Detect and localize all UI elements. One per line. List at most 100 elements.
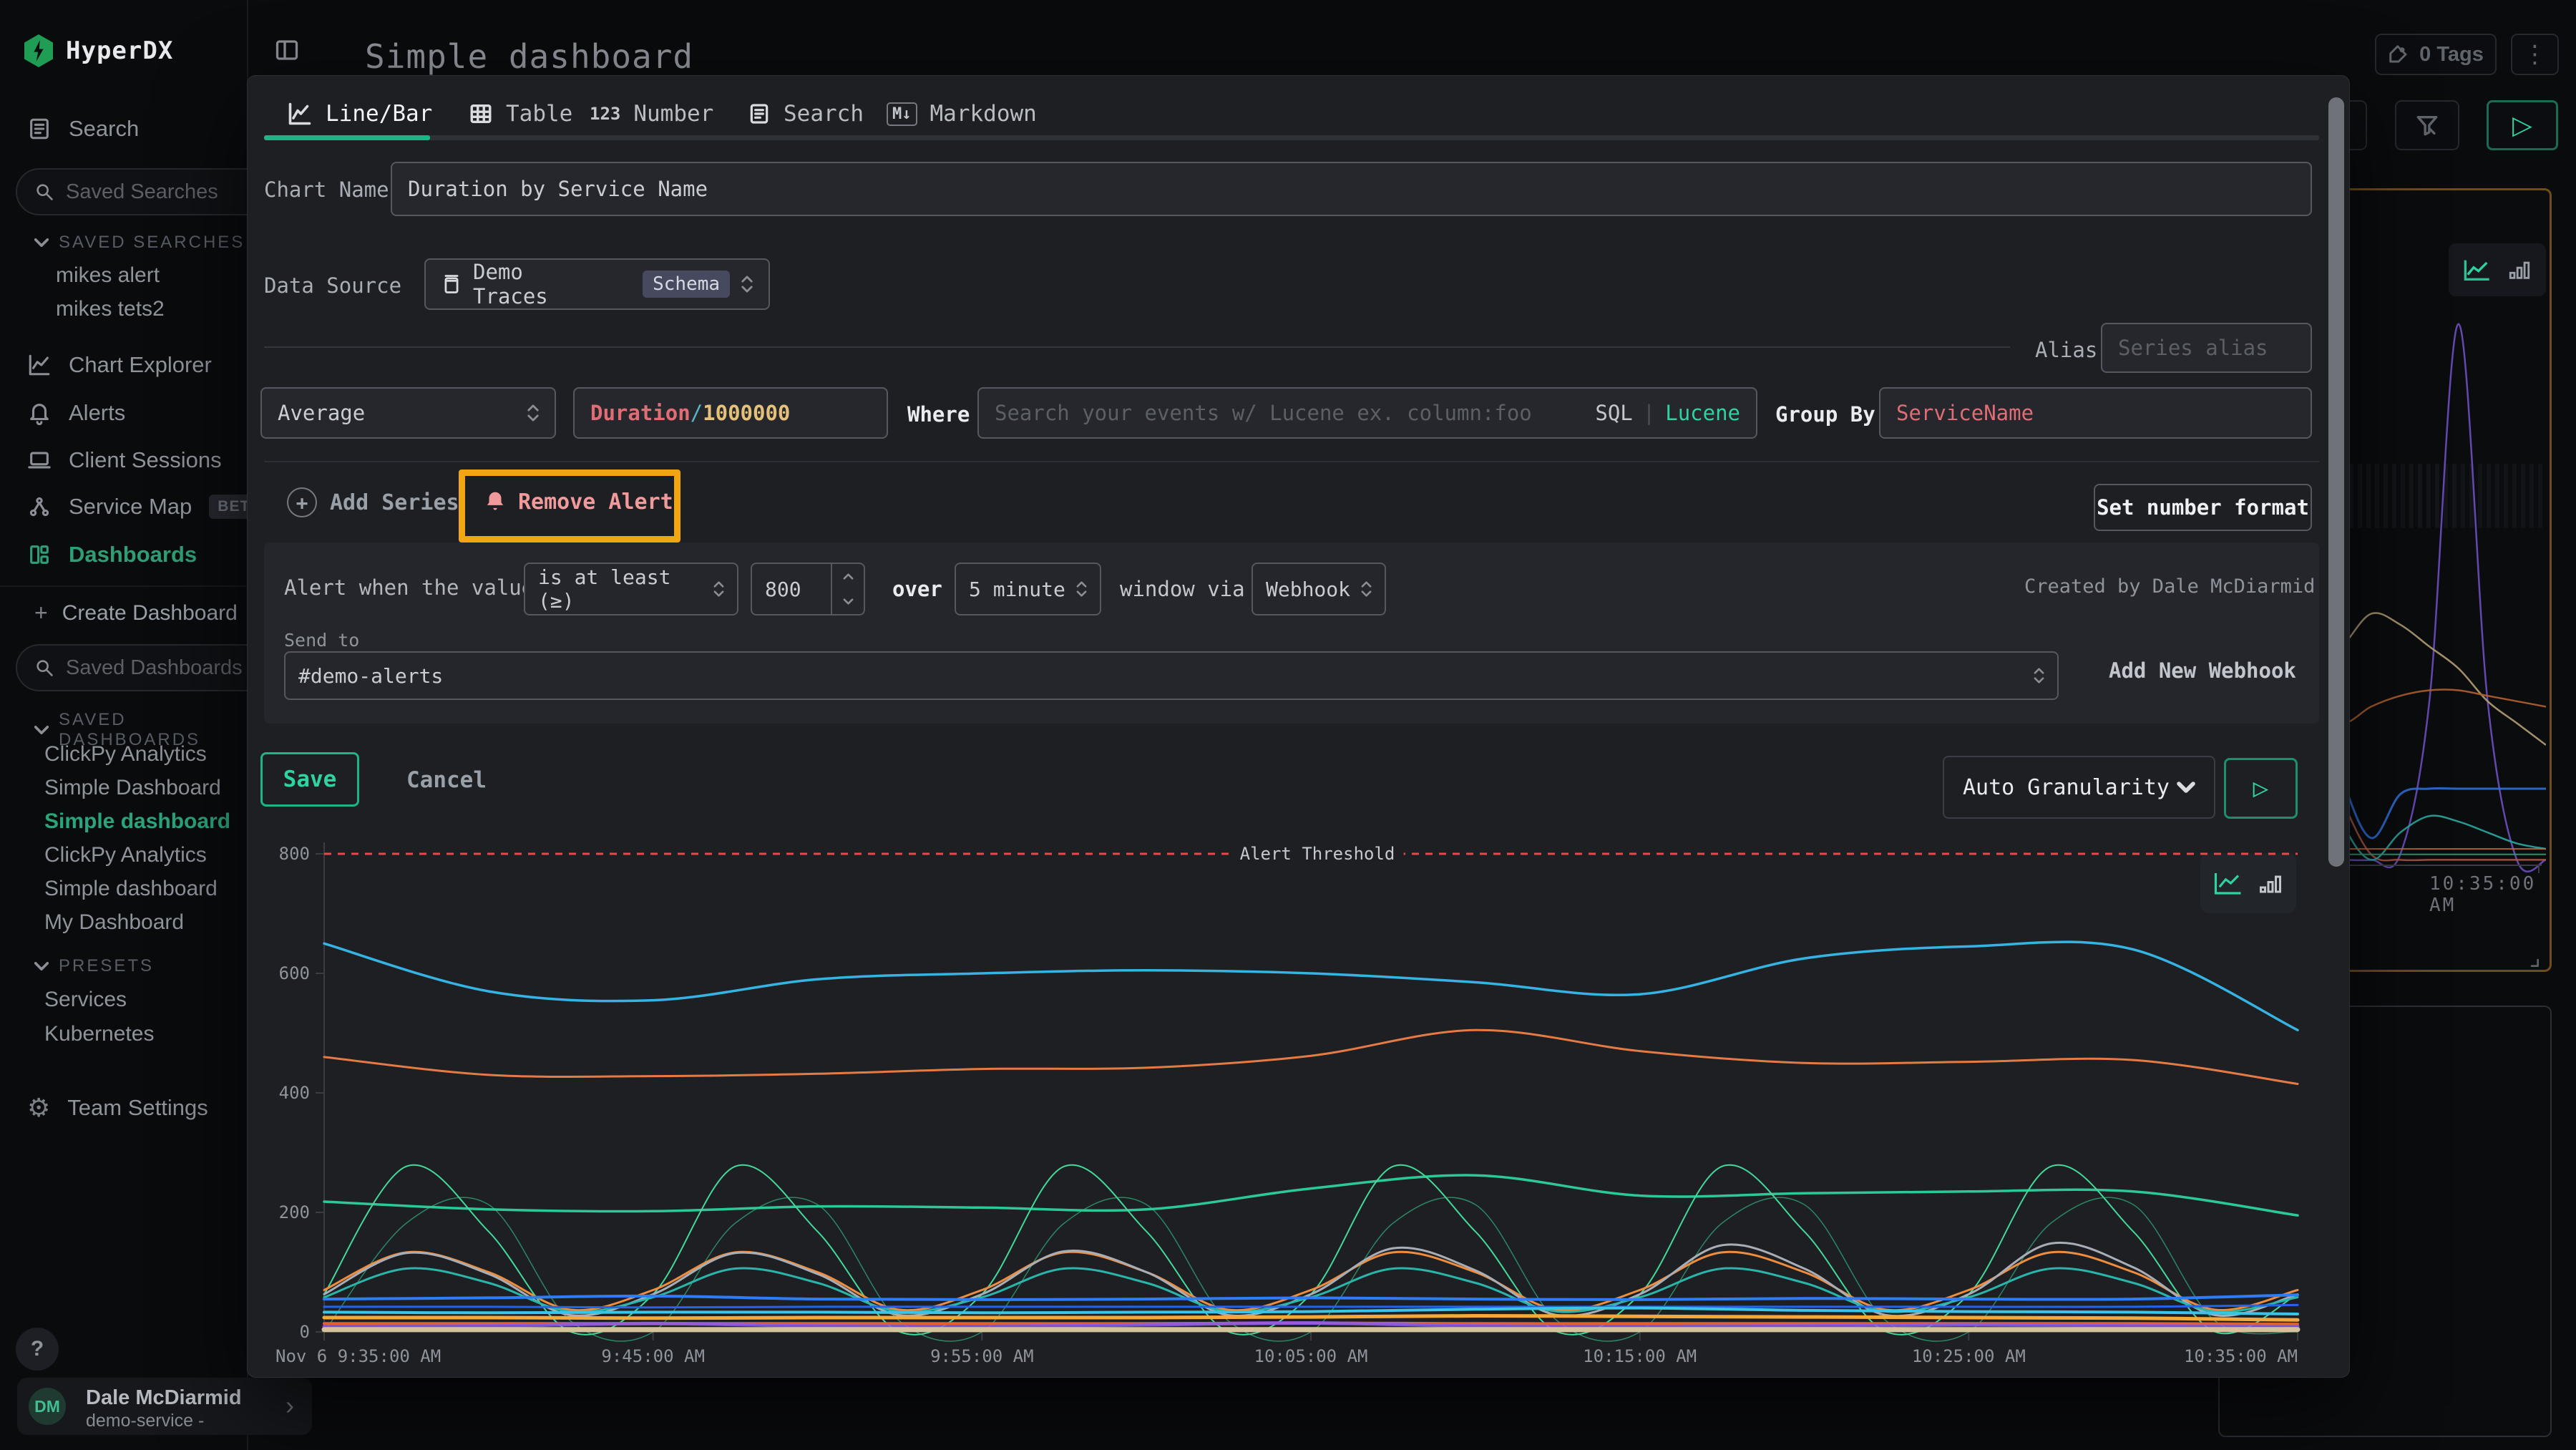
where-placeholder: Search your events w/ Lucene ex. column:…: [995, 401, 1532, 425]
markdown-tab-icon: M↓: [887, 102, 917, 126]
alert-config-panel: Alert when the value is at least (≥) 800…: [264, 542, 2319, 724]
bell-icon: [27, 401, 52, 425]
saved-search-item[interactable]: mikes tets2: [56, 297, 165, 321]
lucene-toggle[interactable]: Lucene: [1665, 401, 1740, 425]
created-by-label: Created by Dale McDiarmid: [2024, 575, 2315, 598]
chevron-down-icon: [34, 961, 49, 971]
sidebar-divider: [0, 585, 247, 587]
circle-plus-icon: +: [287, 487, 317, 517]
tab-table[interactable]: Table: [469, 96, 572, 132]
webhook-select[interactable]: #demo-alerts: [284, 651, 2059, 700]
x-axis-label: 10:25:00 AM: [1912, 1346, 2026, 1366]
select-chevrons-icon: [713, 581, 724, 597]
set-number-format-button[interactable]: Set number format: [2094, 484, 2312, 531]
screen: Simple dashboard 0 Tags ⋮ ▷ 10:35:00 AM …: [0, 0, 2576, 1450]
help-button[interactable]: ?: [16, 1328, 59, 1371]
filter-button[interactable]: [2395, 100, 2459, 150]
sidebar-item-client-sessions[interactable]: Client Sessions: [0, 437, 247, 483]
select-chevrons-icon: [1361, 581, 1372, 597]
tag-icon: [2388, 44, 2409, 65]
granularity-select[interactable]: Auto Granularity: [1943, 756, 2215, 819]
alias-label: Alias: [2035, 338, 2097, 362]
saved-dashboard-item[interactable]: Simple Dashboard: [44, 776, 221, 800]
page-title: Simple dashboard: [365, 37, 693, 76]
tags-button[interactable]: 0 Tags: [2375, 34, 2497, 75]
sidebar-collapse-button[interactable]: [274, 37, 300, 63]
group-by-input[interactable]: ServiceName: [1879, 387, 2312, 439]
preset-item[interactable]: Services: [44, 988, 127, 1012]
over-label: over: [892, 577, 942, 601]
create-dashboard-button[interactable]: + Create Dashboard: [34, 600, 238, 626]
sql-lucene-divider: |: [1643, 401, 1655, 425]
remove-alert-button[interactable]: Remove Alert: [484, 490, 673, 515]
sidebar: HyperDX Search Saved Searches SAVED SEAR…: [0, 0, 248, 1450]
saved-dashboards-input[interactable]: Saved Dashboards: [16, 644, 273, 691]
saved-search-item[interactable]: mikes alert: [56, 263, 160, 288]
play-icon: ▷: [2512, 110, 2532, 140]
kebab-menu-button[interactable]: ⋮: [2511, 34, 2559, 75]
saved-dashboard-item[interactable]: Simple dashboard: [44, 877, 218, 901]
schema-badge[interactable]: Schema: [643, 271, 730, 298]
x-axis-label: 10:05:00 AM: [1254, 1346, 1368, 1366]
tab-number[interactable]: 123 Number: [590, 96, 713, 132]
search-icon: [34, 658, 54, 678]
user-menu[interactable]: DM Dale McDiarmid demo-service - ›: [17, 1378, 312, 1435]
saved-dashboard-item[interactable]: ClickPy Analytics: [44, 843, 207, 867]
sidebar-item-search[interactable]: Search: [0, 106, 247, 152]
alert-threshold-input[interactable]: 800: [751, 563, 865, 615]
saved-dashboards-placeholder: Saved Dashboards: [66, 656, 243, 680]
cancel-button[interactable]: Cancel: [406, 767, 487, 793]
bell-icon: [484, 490, 507, 515]
chart-name-label: Chart Name: [264, 177, 389, 202]
tab-line-bar[interactable]: Line/Bar: [287, 96, 432, 132]
send-to-label: Send to: [284, 630, 359, 651]
data-source-select[interactable]: Demo Traces Schema: [424, 258, 770, 310]
sidebar-item-service-map[interactable]: Service Map BETA: [0, 484, 247, 530]
sidebar-item-chart-explorer[interactable]: Chart Explorer: [0, 342, 247, 388]
line-chart-icon[interactable]: [2463, 258, 2492, 282]
sidebar-item-dashboards[interactable]: Dashboards: [0, 532, 247, 578]
sql-toggle[interactable]: SQL: [1595, 401, 1632, 425]
section-divider: [264, 461, 2319, 462]
alert-window-select[interactable]: 5 minute: [955, 563, 1101, 615]
tags-label: 0 Tags: [2419, 43, 2484, 67]
saved-searches-input[interactable]: Saved Searches: [16, 168, 273, 215]
tab-markdown[interactable]: M↓ Markdown: [887, 96, 1037, 132]
tab-search[interactable]: Search: [748, 96, 864, 132]
sidebar-item-label: Search: [69, 116, 139, 142]
alert-condition-select[interactable]: is at least (≥): [524, 563, 738, 615]
saved-searches-header[interactable]: SAVED SEARCHES: [34, 233, 245, 253]
select-chevrons-icon: [741, 276, 753, 293]
add-new-webhook-button[interactable]: Add New Webhook: [2109, 658, 2296, 683]
saved-dashboard-item[interactable]: My Dashboard: [44, 910, 184, 935]
alias-input[interactable]: Series alias: [2101, 323, 2312, 373]
alert-channel-select[interactable]: Webhook: [1252, 563, 1386, 615]
expression-field: Duration: [590, 401, 691, 425]
aggregation-select[interactable]: Average: [260, 387, 556, 439]
chevron-down-icon: [34, 238, 49, 248]
avatar: DM: [29, 1388, 66, 1425]
field-expression-input[interactable]: Duration/1000000: [573, 387, 888, 439]
presets-header[interactable]: PRESETS: [34, 956, 154, 976]
sidebar-item-alerts[interactable]: Alerts: [0, 390, 247, 436]
group-by-label: Group By: [1775, 402, 1875, 427]
chart-name-input[interactable]: Duration by Service Name: [391, 162, 2312, 216]
run-chart-button[interactable]: ▷: [2224, 758, 2298, 819]
run-query-button[interactable]: ▷: [2487, 100, 2558, 150]
x-axis-label: 9:55:00 AM: [930, 1346, 1034, 1366]
modal-scrollbar[interactable]: [2328, 97, 2344, 867]
saved-dashboard-item[interactable]: ClickPy Analytics: [44, 742, 207, 767]
where-search-input[interactable]: Search your events w/ Lucene ex. column:…: [977, 387, 1757, 439]
preset-item[interactable]: Kubernetes: [44, 1022, 154, 1046]
sidebar-item-team-settings[interactable]: ⚙ Team Settings: [0, 1085, 247, 1131]
add-series-button[interactable]: + Add Series: [287, 487, 459, 517]
tile-resize-handle[interactable]: [2522, 950, 2541, 969]
brand[interactable]: HyperDX: [24, 34, 173, 67]
expression-number: 1000000: [703, 401, 790, 425]
save-button[interactable]: Save: [260, 752, 359, 807]
saved-dashboard-item-active[interactable]: Simple dashboard: [44, 809, 230, 834]
number-stepper[interactable]: [831, 564, 864, 614]
bar-chart-icon[interactable]: [2507, 258, 2532, 282]
chevron-down-icon: [2177, 782, 2195, 793]
background-chart-type-toggle[interactable]: [2449, 243, 2546, 296]
